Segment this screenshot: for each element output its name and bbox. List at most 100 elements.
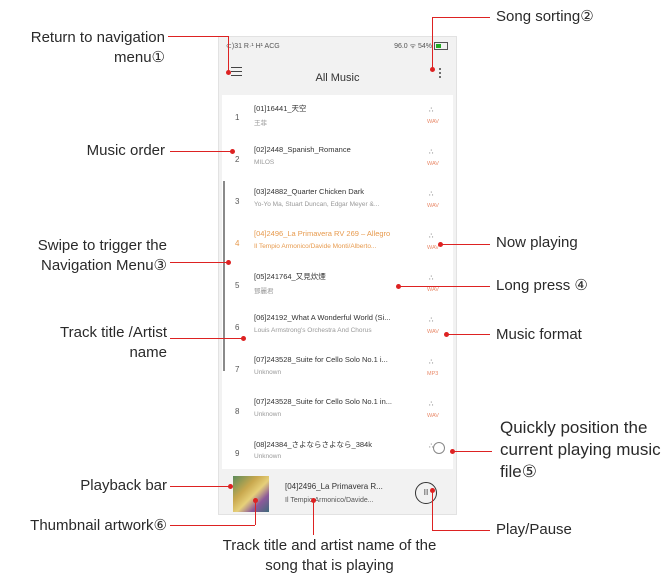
track-artist: 鄧麗君 [254, 288, 274, 295]
track-title: [06]24192_What A Wonderful World (Si... [254, 313, 391, 322]
list-item[interactable]: 7 [07]243528_Suite for Cello Solo No.1 i… [222, 347, 453, 389]
kebab-icon[interactable] [439, 68, 442, 80]
list-item[interactable]: 9 [08]24384_さよならさよなら_384k Unknown ∴ [222, 431, 453, 469]
callout-quick-position: Quickly position the current playing mus… [500, 418, 661, 481]
hires-icon: ∴ [429, 191, 434, 198]
track-title: [08]24384_さよならさよなら_384k [254, 440, 372, 449]
leader-dot [226, 70, 231, 75]
leader-line [228, 36, 229, 72]
leader-line [432, 490, 433, 531]
thumbnail-artwork[interactable] [233, 476, 269, 512]
track-number: 9 [235, 449, 240, 458]
leader-line [255, 500, 256, 525]
leader-line [170, 525, 255, 526]
track-number: 1 [235, 113, 240, 122]
status-bar: ⊂)31 R·¹ H¹ ACG 96.0 ᯤ 54% [219, 37, 456, 55]
leader-line [432, 17, 490, 18]
track-artist: MILOS [254, 159, 275, 166]
track-artist: Unknown [254, 411, 282, 418]
track-title: [01]16441_天空 [254, 104, 307, 113]
status-left: ⊂)31 R·¹ H¹ ACG [226, 43, 280, 50]
track-artist: Louis Armstrong's Orchestra And Chorus [254, 327, 372, 334]
leader-line [170, 262, 227, 263]
callout-track-title: Track title /Artist name [60, 324, 167, 361]
track-artist: Il Tempio Armonico/Davide Monti/Alberto.… [254, 243, 377, 250]
top-bar: All Music [219, 55, 456, 91]
track-title: [05]241764_又見炊煙 [254, 272, 326, 281]
leader-line [170, 338, 243, 339]
play-pause-button[interactable]: II [415, 482, 437, 504]
format-badge: WAV [427, 287, 439, 293]
callout-playback-bar: Playback bar [80, 477, 167, 494]
track-artist: Unknown [254, 453, 282, 460]
leader-line [168, 36, 228, 37]
leader-dot [430, 488, 435, 493]
hires-icon: ∴ [429, 275, 434, 282]
leader-line [398, 286, 490, 287]
leader-dot [228, 484, 233, 489]
callout-song-sorting: Song sorting② [496, 8, 594, 25]
hires-icon: ∴ [429, 107, 434, 114]
format-badge: WAV [427, 413, 439, 419]
callout-music-format: Music format [496, 326, 582, 343]
callout-swipe: Swipe to trigger the Navigation Menu③ [37, 237, 167, 274]
hires-icon: ∴ [429, 317, 434, 324]
phone-screen: ⊂)31 R·¹ H¹ ACG 96.0 ᯤ 54% All Music 1 [… [218, 36, 457, 515]
track-title: [07]243528_Suite for Cello Solo No.1 in.… [254, 397, 393, 406]
callout-thumbnail: Thumbnail artwork⑥ [30, 517, 167, 534]
list-item[interactable]: 5 [05]241764_又見炊煙 鄧麗君 ∴ WAV [222, 263, 453, 305]
callout-return-nav: Return to navigation menu① [30, 29, 165, 66]
leader-line [452, 451, 492, 452]
leader-line [432, 530, 490, 531]
format-badge: WAV [427, 245, 439, 251]
page-title: All Music [315, 72, 360, 84]
leader-line [432, 17, 433, 69]
hires-icon: ∴ [429, 443, 434, 450]
leader-dot [253, 498, 258, 503]
hires-icon: ∴ [429, 233, 434, 240]
track-title: [03]24882_Quarter Chicken Dark [254, 187, 365, 196]
leader-dot [230, 149, 235, 154]
list-item[interactable]: 6 [06]24192_What A Wonderful World (Si..… [222, 305, 453, 347]
track-number: 3 [235, 197, 240, 206]
format-badge: WAV [427, 203, 439, 209]
callout-play-pause: Play/Pause [496, 521, 572, 538]
list-item[interactable]: 8 [07]243528_Suite for Cello Solo No.1 i… [222, 389, 453, 431]
callout-long-press: Long press ④ [496, 277, 588, 294]
track-list[interactable]: 1 [01]16441_天空 王菲 ∴ WAV 2 [02]2448_Spani… [222, 95, 453, 469]
leader-dot [396, 284, 401, 289]
format-badge: WAV [427, 329, 439, 335]
list-item[interactable]: 1 [01]16441_天空 王菲 ∴ WAV [222, 95, 453, 137]
track-artist: Yo-Yo Ma, Stuart Duncan, Edgar Meyer &..… [254, 201, 380, 208]
list-item-now-playing[interactable]: 4 [04]2496_La Primavera RV 269 – Allegro… [222, 221, 453, 263]
track-artist: Unknown [254, 369, 282, 376]
track-title: [04]2496_La Primavera RV 269 – Allegro [254, 229, 391, 238]
leader-dot [241, 336, 246, 341]
locate-current-icon[interactable] [433, 442, 445, 454]
track-number: 8 [235, 407, 240, 416]
list-item[interactable]: 2 [02]2448_Spanish_Romance MILOS ∴ WAV [222, 137, 453, 179]
callout-now-playing: Now playing [496, 234, 578, 251]
list-item[interactable]: 3 [03]24882_Quarter Chicken Dark Yo-Yo M… [222, 179, 453, 221]
battery-icon [434, 42, 448, 51]
callout-music-order: Music order [86, 142, 165, 159]
leader-line [446, 334, 490, 335]
track-title: [02]2448_Spanish_Romance [254, 145, 351, 154]
hires-icon: ∴ [429, 359, 434, 366]
hires-icon: ∴ [429, 401, 434, 408]
leader-dot [444, 332, 449, 337]
callout-bottom-caption: Track title and artist name of the song … [222, 537, 437, 574]
leader-dot [430, 67, 435, 72]
playing-title: [04]2496_La Primavera R... [285, 482, 383, 491]
track-number: 7 [235, 365, 240, 374]
track-number: 5 [235, 281, 240, 290]
status-right: 96.0 ᯤ 54% [394, 42, 448, 51]
playing-artist: Il Tempio Armonico/Davide... [285, 497, 374, 504]
leader-line [170, 151, 232, 152]
track-number: 2 [235, 155, 240, 164]
format-badge: MP3 [427, 371, 439, 377]
leader-dot [311, 498, 316, 503]
track-number: 6 [235, 323, 240, 332]
leader-dot [450, 449, 455, 454]
track-artist: 王菲 [254, 120, 267, 127]
